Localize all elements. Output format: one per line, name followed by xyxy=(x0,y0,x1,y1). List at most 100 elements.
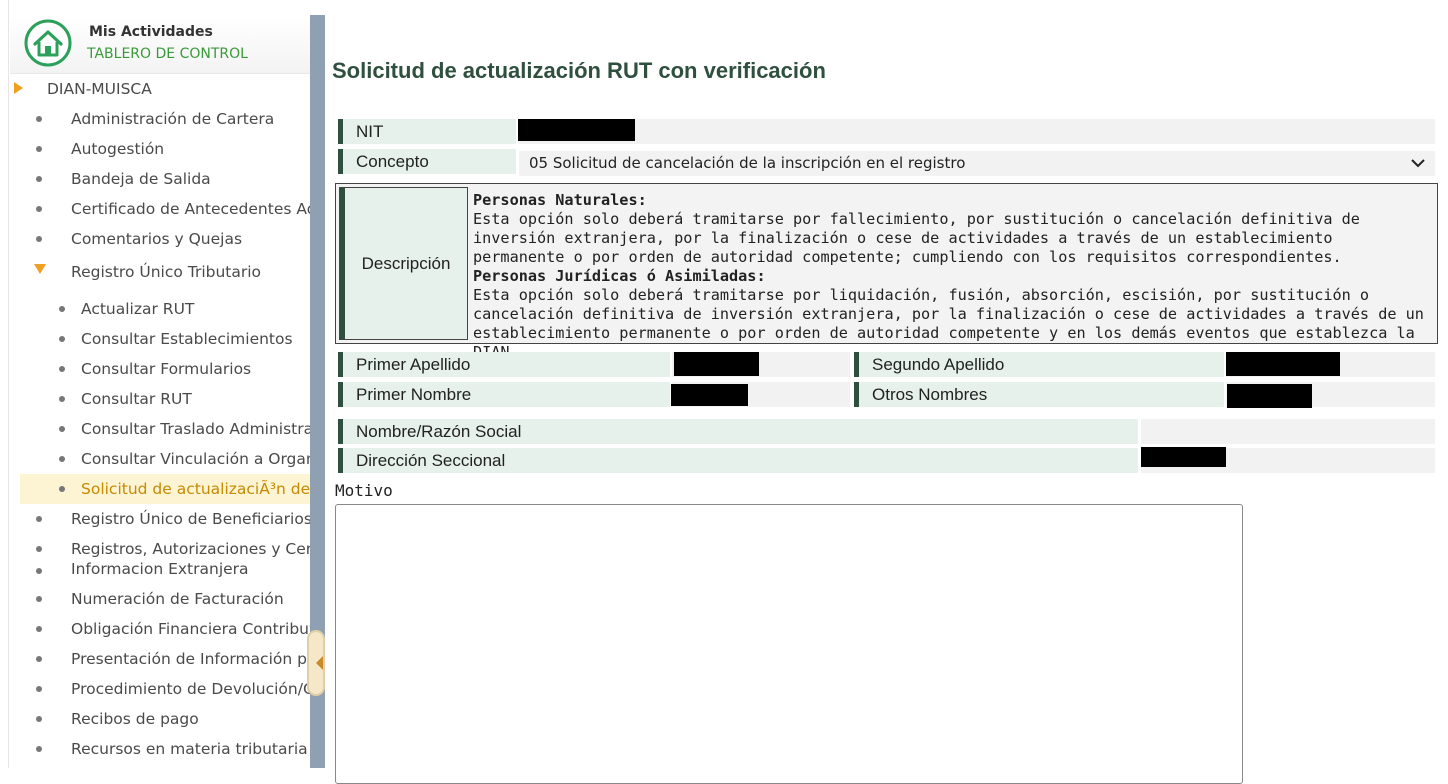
menu-item-label: Procedimiento de Devolución/Co xyxy=(71,680,310,698)
menu-item-label: Registro Único de Beneficiarios F xyxy=(71,510,310,528)
primer-apellido-value xyxy=(672,352,850,377)
apellidos-row: Primer Apellido Segundo Apellido xyxy=(338,352,1435,377)
menu-item-certificado-antecedentes[interactable]: Certificado de Antecedentes Adu xyxy=(10,194,310,224)
bullet-icon xyxy=(59,396,65,402)
bullet-icon xyxy=(36,236,42,242)
submenu-item-label: Consultar Formularios xyxy=(81,360,252,378)
menu-item-comentarios-quejas[interactable]: Comentarios y Quejas xyxy=(10,224,310,254)
motivo-label: Motivo xyxy=(335,481,393,500)
sidebar-header-title: Mis Actividades xyxy=(89,24,213,40)
menu-item-autogestion[interactable]: Autogestión xyxy=(10,134,310,164)
menu-item-registro-beneficiarios[interactable]: Registro Único de Beneficiarios F xyxy=(10,504,310,534)
menu-item-informacion-extranjera[interactable]: Informacion Extranjera xyxy=(10,554,310,584)
sidebar-edge xyxy=(8,0,9,768)
direccion-seccional-label: Dirección Seccional xyxy=(338,448,1138,473)
submenu-item-label: Consultar Vinculación a Organiz xyxy=(81,450,310,468)
segundo-apellido-value xyxy=(1226,352,1435,377)
concepto-row: Concepto 05 Solicitud de cancelación de … xyxy=(338,149,1435,176)
expanded-arrow-icon xyxy=(34,264,46,274)
descripcion-label-text: Descripción xyxy=(361,253,451,273)
submenu-item-consultar-establecimientos[interactable]: Consultar Establecimientos xyxy=(10,324,310,354)
razon-social-label: Nombre/Razón Social xyxy=(338,419,1138,444)
menu-item-label: Informacion Extranjera xyxy=(71,560,249,578)
menu-item-numeracion-facturacion[interactable]: Numeración de Facturación xyxy=(10,584,310,614)
sidebar-header-subtitle[interactable]: TABLERO DE CONTROL xyxy=(87,46,248,62)
menu-item-presentacion-informacion[interactable]: Presentación de Información por xyxy=(10,644,310,674)
menu-item-recursos-tributaria[interactable]: Recursos en materia tributaria xyxy=(10,734,310,764)
direccion-seccional-value xyxy=(1141,447,1435,473)
redacted-nit xyxy=(518,119,635,141)
bullet-icon xyxy=(36,546,42,552)
submenu-item-label: Solicitud de actualizaciÃ³n de R xyxy=(81,480,310,498)
menu-root-dian-muisca[interactable]: DIAN-MUISCA xyxy=(10,74,310,104)
submenu-item-label: Consultar Establecimientos xyxy=(81,330,293,348)
bullet-icon xyxy=(36,626,42,632)
menu-root-label: DIAN-MUISCA xyxy=(47,80,152,98)
menu-item-label: Autogestión xyxy=(71,140,165,158)
menu-item-bandeja-salida[interactable]: Bandeja de Salida xyxy=(10,164,310,194)
razon-social-value xyxy=(1141,419,1435,444)
menu-item-label: Certificado de Antecedentes Adu xyxy=(71,200,310,218)
menu-item-recibos-pago[interactable]: Recibos de pago xyxy=(10,704,310,734)
collapse-sidebar-handle[interactable] xyxy=(307,630,325,696)
menu-item-procedimiento-devolucion[interactable]: Procedimiento de Devolución/Co xyxy=(10,674,310,704)
menu-item-label: Comentarios y Quejas xyxy=(71,230,243,248)
menu-item-registro-unico-tributario[interactable]: Registro Único Tributario xyxy=(10,257,310,287)
otros-nombres-label: Otros Nombres xyxy=(854,382,1224,407)
submenu-item-solicitud-actualizacion[interactable]: Solicitud de actualizaciÃ³n de R xyxy=(20,474,310,504)
bullet-icon xyxy=(36,176,42,182)
descripcion-text-naturales: Esta opción solo deberá tramitarse por f… xyxy=(473,210,1360,266)
menu-item-label: Recibos de pago xyxy=(71,710,199,728)
redacted-otros-nombres xyxy=(1227,384,1312,408)
bullet-icon xyxy=(36,568,42,574)
descripcion-heading-juridicas: Personas Jurídicas ó Asimiladas: xyxy=(473,267,766,285)
submenu-item-consultar-traslado[interactable]: Consultar Traslado Administraci xyxy=(10,414,310,444)
otros-nombres-value xyxy=(1226,382,1435,408)
descripcion-text-juridicas: Esta opción solo deberá tramitarse por l… xyxy=(473,286,1424,361)
primer-apellido-label: Primer Apellido xyxy=(338,352,670,377)
sidebar: Mis Actividades TABLERO DE CONTROL DIAN-… xyxy=(0,0,310,768)
submenu-item-consultar-formularios[interactable]: Consultar Formularios xyxy=(10,354,310,384)
descripcion-label: Descripción xyxy=(339,187,468,340)
menu-item-label: Numeración de Facturación xyxy=(71,590,284,608)
concepto-selected-value: 05 Solicitud de cancelación de la inscri… xyxy=(529,154,966,172)
bullet-icon xyxy=(59,426,65,432)
menu-item-label: Registro Único Tributario xyxy=(71,263,262,281)
chevron-left-icon xyxy=(316,656,323,670)
bullet-icon xyxy=(36,716,42,722)
segundo-apellido-label: Segundo Apellido xyxy=(854,352,1224,377)
menu-item-obligacion-financiera[interactable]: Obligación Financiera Contribuye xyxy=(10,614,310,644)
descripcion-heading-naturales: Personas Naturales: xyxy=(473,191,647,209)
submenu-item-label: Actualizar RUT xyxy=(81,300,195,318)
submenu-item-consultar-vinculacion[interactable]: Consultar Vinculación a Organiz xyxy=(10,444,310,474)
sidebar-header[interactable]: Mis Actividades TABLERO DE CONTROL xyxy=(10,15,310,74)
bullet-icon xyxy=(59,366,65,372)
home-icon[interactable] xyxy=(24,19,72,67)
bullet-icon xyxy=(36,746,42,752)
redacted-primer-nombre xyxy=(671,384,748,406)
bullet-icon xyxy=(59,486,65,492)
menu-item-label: Administración de Cartera xyxy=(71,110,275,128)
direccion-seccional-row: Dirección Seccional xyxy=(338,447,1435,473)
submenu-item-label: Consultar RUT xyxy=(81,390,192,408)
submenu-item-label: Consultar Traslado Administraci xyxy=(81,420,310,438)
motivo-textarea[interactable] xyxy=(335,504,1243,784)
menu-item-label: Presentación de Información por xyxy=(71,650,310,668)
redacted-segundo-apellido xyxy=(1226,352,1340,376)
bullet-icon xyxy=(36,516,42,522)
redacted-primer-apellido xyxy=(674,352,759,376)
nit-row: NIT xyxy=(338,119,1435,144)
nit-value xyxy=(518,119,1435,144)
concepto-select[interactable]: 05 Solicitud de cancelación de la inscri… xyxy=(519,151,1435,176)
submenu-item-actualizar-rut[interactable]: Actualizar RUT xyxy=(10,294,310,324)
descripcion-text: Personas Naturales: Esta opción solo deb… xyxy=(473,191,1433,362)
menu-item-administracion-cartera[interactable]: Administración de Cartera xyxy=(10,104,310,134)
bullet-icon xyxy=(59,456,65,462)
menu-item-label: Recursos en materia tributaria xyxy=(71,740,308,758)
bullet-icon xyxy=(59,336,65,342)
nit-label: NIT xyxy=(338,119,516,144)
razon-social-row: Nombre/Razón Social xyxy=(338,419,1435,444)
expanded-arrow-icon xyxy=(14,82,23,94)
descripcion-box: Descripción Personas Naturales: Esta opc… xyxy=(335,183,1438,361)
submenu-item-consultar-rut[interactable]: Consultar RUT xyxy=(10,384,310,414)
